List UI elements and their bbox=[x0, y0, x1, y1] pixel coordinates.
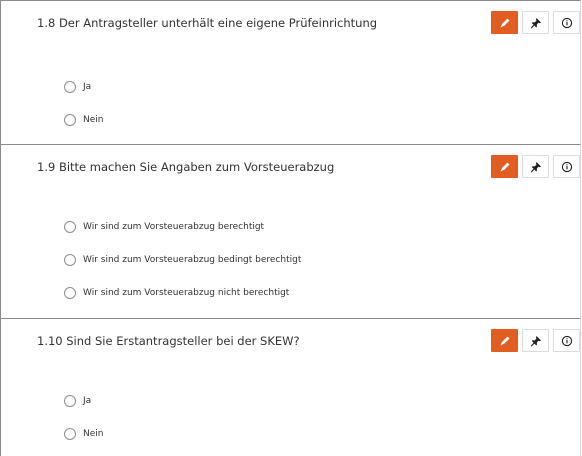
info-icon bbox=[561, 335, 572, 346]
radio-option[interactable]: Nein bbox=[64, 112, 103, 128]
info-icon bbox=[561, 161, 572, 172]
pin-button[interactable] bbox=[522, 329, 549, 352]
radio-option[interactable]: Wir sind zum Vorsteuerabzug berechtigt bbox=[64, 219, 264, 235]
edit-button[interactable] bbox=[491, 155, 518, 178]
question-title: 1.10 Sind Sie Erstantragsteller bei der … bbox=[37, 334, 300, 348]
pin-button[interactable] bbox=[522, 155, 549, 178]
question-card-1-10: 1.10 Sind Sie Erstantragsteller bei der … bbox=[0, 318, 581, 456]
radio-button[interactable] bbox=[64, 254, 76, 266]
pin-button[interactable] bbox=[522, 11, 549, 34]
pin-icon bbox=[530, 17, 541, 28]
edit-button[interactable] bbox=[491, 329, 518, 352]
radio-button[interactable] bbox=[64, 428, 76, 440]
info-button[interactable] bbox=[553, 11, 580, 34]
question-title: 1.9 Bitte machen Sie Angaben zum Vorsteu… bbox=[37, 160, 335, 174]
pencil-icon bbox=[500, 336, 509, 345]
option-label: Nein bbox=[83, 115, 104, 125]
radio-option[interactable]: Ja bbox=[64, 79, 91, 95]
option-label: Wir sind zum Vorsteuerabzug nicht berech… bbox=[83, 288, 290, 298]
pencil-icon bbox=[500, 18, 509, 27]
radio-option[interactable]: Ja bbox=[64, 393, 91, 409]
option-label: Nein bbox=[83, 429, 104, 439]
question-card-1-8: 1.8 Der Antragsteller unterhält eine eig… bbox=[0, 0, 581, 144]
edit-button[interactable] bbox=[491, 11, 518, 34]
option-label: Ja bbox=[83, 82, 92, 92]
pin-icon bbox=[530, 161, 541, 172]
question-title: 1.8 Der Antragsteller unterhält eine eig… bbox=[37, 16, 378, 30]
question-actions bbox=[491, 155, 580, 178]
pin-icon bbox=[530, 335, 541, 346]
info-button[interactable] bbox=[553, 329, 580, 352]
info-button[interactable] bbox=[553, 155, 580, 178]
question-actions bbox=[491, 11, 580, 34]
radio-option[interactable]: Wir sind zum Vorsteuerabzug bedingt bere… bbox=[64, 252, 301, 268]
option-label: Wir sind zum Vorsteuerabzug bedingt bere… bbox=[83, 255, 302, 265]
radio-button[interactable] bbox=[64, 287, 76, 299]
pencil-icon bbox=[500, 162, 509, 171]
radio-option[interactable]: Wir sind zum Vorsteuerabzug nicht berech… bbox=[64, 285, 289, 301]
radio-button[interactable] bbox=[64, 114, 76, 126]
question-card-1-9: 1.9 Bitte machen Sie Angaben zum Vorsteu… bbox=[0, 144, 581, 318]
radio-option[interactable]: Nein bbox=[64, 426, 103, 442]
option-label: Ja bbox=[83, 396, 92, 406]
radio-button[interactable] bbox=[64, 221, 76, 233]
question-actions bbox=[491, 329, 580, 352]
info-icon bbox=[561, 17, 572, 28]
radio-button[interactable] bbox=[64, 81, 76, 93]
option-label: Wir sind zum Vorsteuerabzug berechtigt bbox=[83, 222, 265, 232]
radio-button[interactable] bbox=[64, 395, 76, 407]
